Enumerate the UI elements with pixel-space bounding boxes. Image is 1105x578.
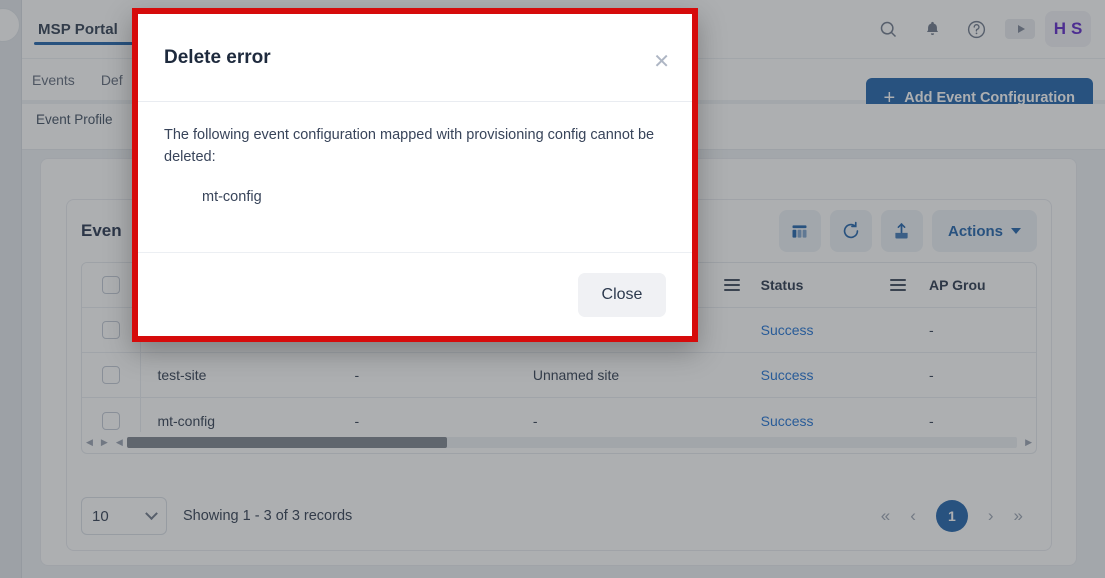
dialog-body: The following event configuration mapped… [138, 102, 692, 262]
app-root: MSP Portal [0, 0, 1105, 578]
close-button[interactable]: Close [578, 273, 666, 317]
delete-error-dialog: Delete error ✕ The following event confi… [132, 8, 698, 342]
dialog-title: Delete error [164, 47, 271, 69]
dialog-header: Delete error ✕ [138, 14, 692, 102]
dialog-footer: Close [138, 252, 692, 336]
dialog-message: The following event configuration mapped… [164, 124, 666, 169]
close-icon[interactable]: ✕ [653, 52, 670, 72]
dialog-blocked-item: mt-config [202, 189, 666, 205]
